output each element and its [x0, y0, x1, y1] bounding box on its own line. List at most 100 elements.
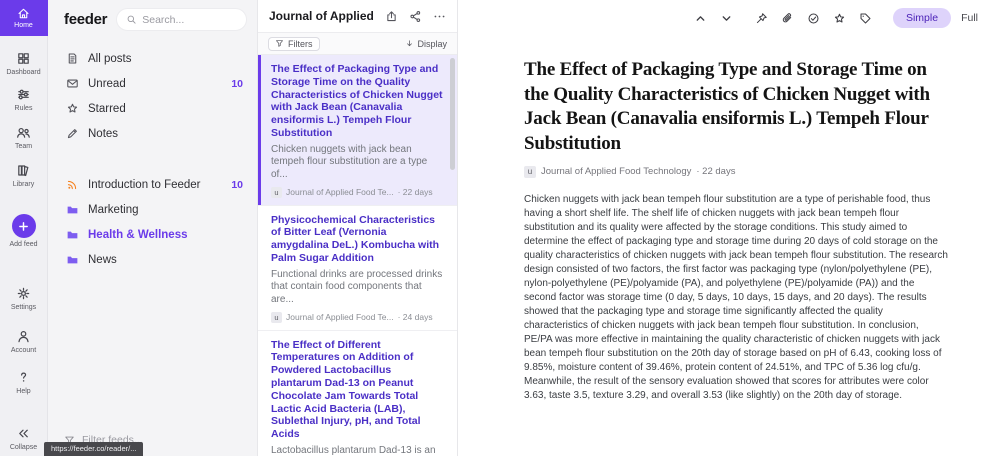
- nav-item-library[interactable]: Library: [13, 163, 34, 188]
- list-scrollbar[interactable]: [450, 58, 455, 170]
- gear-icon: [16, 286, 31, 301]
- nav-item-team[interactable]: Team: [15, 125, 32, 150]
- menu-label: Starred: [88, 103, 126, 115]
- article-preview: Functional drinks are processed drinks t…: [271, 269, 443, 307]
- nav-item-dashboard[interactable]: Dashboard: [6, 51, 40, 76]
- article-list-item[interactable]: The Effect of Different Temperatures on …: [258, 331, 457, 456]
- add-feed-button[interactable]: Add feed: [9, 214, 37, 248]
- article-source[interactable]: Journal of Applied Food Technology: [541, 166, 691, 177]
- article-title: Physicochemical Characteristics of Bitte…: [271, 214, 443, 265]
- view-simple-button[interactable]: Simple: [893, 8, 951, 28]
- feed-count-badge: 10: [231, 179, 243, 191]
- nav-label: Settings: [11, 304, 36, 311]
- unread-count-badge: 10: [231, 78, 243, 90]
- feed-label: Health & Wellness: [88, 229, 188, 241]
- star-icon[interactable]: [833, 12, 846, 25]
- view-full-button[interactable]: Full: [951, 8, 988, 28]
- feeder-logo[interactable]: feeder: [64, 11, 107, 28]
- nav-item-home[interactable]: Home: [0, 0, 48, 36]
- mark-read-icon[interactable]: [807, 12, 820, 25]
- star-icon: [66, 102, 79, 115]
- folder-icon: [66, 228, 79, 241]
- nav-label: Home: [14, 22, 33, 29]
- tag-icon[interactable]: [859, 12, 872, 25]
- rules-icon: [16, 87, 31, 102]
- nav-label: Help: [16, 388, 30, 395]
- display-button[interactable]: Display: [405, 39, 447, 49]
- nav-item-account[interactable]: Account: [11, 329, 36, 354]
- app-window: Home Dashboard Rules Team Library Add fe…: [0, 0, 1000, 456]
- nav-item-help[interactable]: Help: [16, 370, 31, 395]
- mail-icon: [66, 77, 79, 90]
- arrow-down-icon: [405, 39, 414, 48]
- feed-list: Introduction to Feeder 10 Marketing Heal…: [48, 172, 257, 272]
- sidebar-item-notes[interactable]: Notes: [48, 121, 257, 146]
- feed-item-introduction[interactable]: Introduction to Feeder 10: [48, 172, 257, 197]
- paperclip-icon[interactable]: [781, 12, 794, 25]
- menu-label: Unread: [88, 78, 126, 90]
- article-age: 24 days: [398, 312, 433, 322]
- more-options-icon[interactable]: [433, 10, 446, 23]
- sidebar-item-all-posts[interactable]: All posts: [48, 46, 257, 71]
- article-meta: u Journal of Applied Food Technology 22 …: [524, 166, 948, 178]
- article-age: 22 days: [696, 166, 735, 177]
- nav-item-settings[interactable]: Settings: [11, 286, 36, 311]
- source-favicon: u: [524, 166, 536, 178]
- nav-label: Team: [15, 143, 32, 150]
- sidebar-item-starred[interactable]: Starred: [48, 96, 257, 121]
- list-pane-header: Journal of Applied Fo: [258, 0, 457, 33]
- article-preview: Chicken nuggets with jack bean tempeh fl…: [271, 144, 443, 182]
- collapse-button[interactable]: Collapse: [10, 426, 37, 451]
- feed-label: Marketing: [88, 204, 139, 216]
- reader-pane: Simple Full The Effect of Packaging Type…: [458, 0, 1000, 456]
- question-icon: [16, 370, 31, 385]
- dashboard-icon: [16, 51, 31, 66]
- folder-icon: [66, 253, 79, 266]
- sidebar: feeder All posts Unread 10 Starred: [48, 0, 258, 456]
- search-icon: [126, 14, 137, 25]
- article-source: Journal of Applied Food Te...: [286, 312, 394, 322]
- share-network-icon[interactable]: [409, 10, 422, 23]
- search-box[interactable]: [116, 8, 247, 31]
- feed-item-news[interactable]: News: [48, 247, 257, 272]
- nav-label: Add feed: [9, 241, 37, 248]
- display-label: Display: [417, 39, 447, 49]
- feed-title: Journal of Applied Fo: [269, 9, 374, 23]
- article-list-item[interactable]: The Effect of Packaging Type and Storage…: [258, 55, 457, 206]
- menu-label: All posts: [88, 53, 131, 65]
- view-mode-toggle: Simple Full: [893, 8, 988, 28]
- search-input[interactable]: [142, 14, 237, 26]
- nav-label: Library: [13, 181, 34, 188]
- sidebar-item-unread[interactable]: Unread 10: [48, 71, 257, 96]
- document-icon: [66, 52, 79, 65]
- collapse-icon: [16, 426, 31, 441]
- nav-rail: Home Dashboard Rules Team Library Add fe…: [0, 0, 48, 456]
- next-article-icon[interactable]: [720, 12, 733, 25]
- folder-icon: [66, 203, 79, 216]
- feed-item-health-wellness[interactable]: Health & Wellness: [48, 222, 257, 247]
- share-icon[interactable]: [385, 10, 398, 23]
- status-url-bar: https://feeder.co/reader/...: [44, 442, 143, 456]
- article-meta: u Journal of Applied Food Te... 22 days: [271, 187, 443, 198]
- team-icon: [16, 125, 31, 140]
- feed-label: Introduction to Feeder: [88, 179, 201, 191]
- article-title: The Effect of Different Temperatures on …: [271, 339, 443, 441]
- source-favicon: u: [271, 312, 282, 323]
- source-favicon: u: [271, 187, 282, 198]
- plus-icon: [12, 214, 36, 238]
- sidebar-header: feeder: [48, 0, 257, 39]
- nav-label: Account: [11, 347, 36, 354]
- article-list-item[interactable]: Physicochemical Characteristics of Bitte…: [258, 206, 457, 331]
- filters-button[interactable]: Filters: [268, 37, 320, 51]
- filters-label: Filters: [288, 39, 313, 49]
- person-icon: [16, 329, 31, 344]
- feed-item-marketing[interactable]: Marketing: [48, 197, 257, 222]
- nav-item-rules[interactable]: Rules: [15, 87, 33, 112]
- pin-icon[interactable]: [755, 12, 768, 25]
- article-title: The Effect of Packaging Type and Storage…: [524, 58, 948, 157]
- previous-article-icon[interactable]: [694, 12, 707, 25]
- article-meta: u Journal of Applied Food Te... 24 days: [271, 312, 443, 323]
- nav-label: Rules: [15, 105, 33, 112]
- rss-icon: [66, 178, 79, 191]
- feed-label: News: [88, 254, 117, 266]
